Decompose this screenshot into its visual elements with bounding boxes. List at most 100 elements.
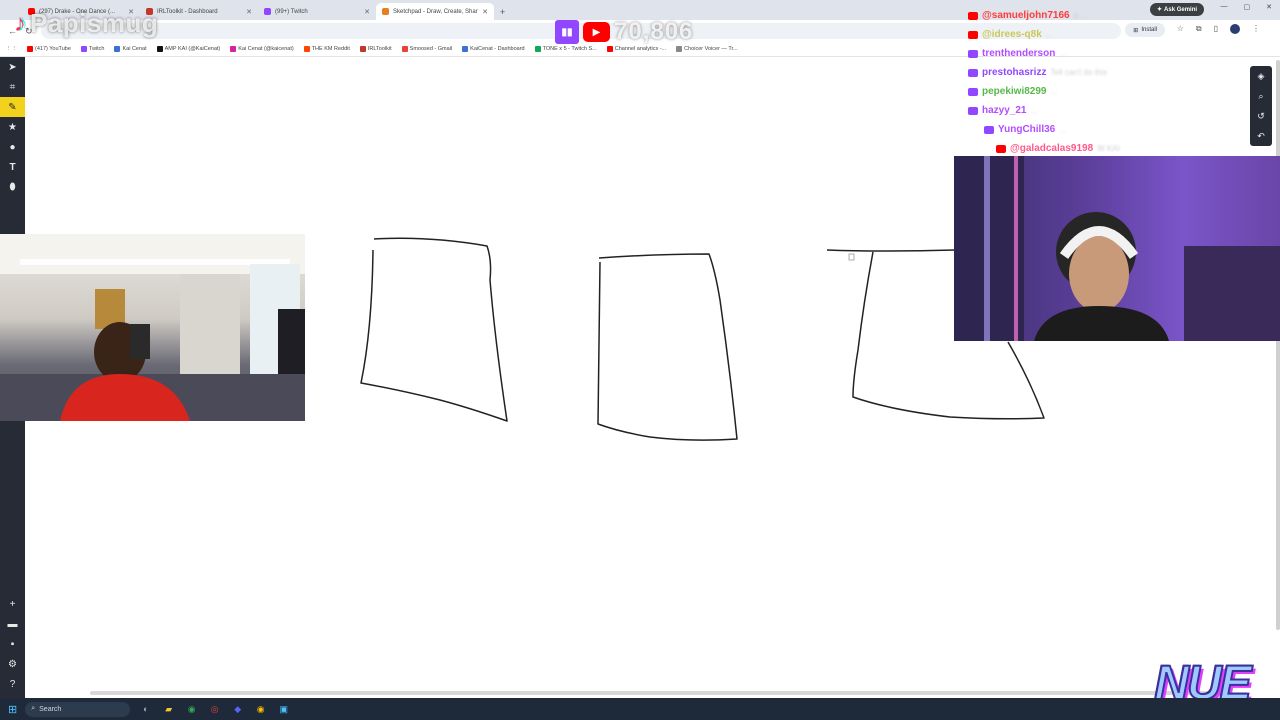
zoom-icon[interactable]: ⌕ (1258, 91, 1263, 102)
horizontal-scrollbar[interactable] (90, 691, 1230, 695)
chat-message: @idrees-q8k ... (968, 25, 1248, 44)
terminal-icon[interactable]: ▣ (276, 702, 291, 717)
folder-icon[interactable]: ▬ (0, 614, 25, 634)
vertical-scrollbar[interactable] (1276, 60, 1280, 630)
chrome-icon[interactable]: ◉ (184, 702, 199, 717)
bookmark-item[interactable]: KaiCenat - Dashboard (462, 46, 525, 52)
bookmark-item[interactable]: Smoosed - Gmail (401, 46, 452, 52)
fill-icon[interactable]: ⬮ (0, 177, 25, 197)
file-explorer-icon[interactable]: ▰ (161, 702, 176, 717)
chat-username: @galadcalas9198 (1010, 143, 1094, 154)
chat-text: ... (1050, 87, 1058, 96)
close-icon[interactable]: ✕ (364, 8, 370, 16)
apps-grid-icon[interactable]: ⋮⋮ (6, 46, 17, 52)
tab-label: Sketchpad - Draw, Create, Shar (393, 8, 478, 15)
history-icon[interactable]: ↺ (1257, 111, 1265, 122)
chat-username: prestohasrizz (982, 67, 1047, 78)
crop-icon[interactable]: ⌗ (0, 77, 25, 97)
twitch-logo-icon: ▮▮ (555, 20, 579, 44)
bookmark-item[interactable]: (417) YouTube (27, 46, 71, 52)
menu-icon[interactable]: ⋮ (1252, 24, 1260, 34)
undo-icon[interactable]: ↶ (1257, 131, 1265, 142)
bookmark-item[interactable]: Kai Cenat (114, 46, 147, 52)
chat-text: Tell can't do this (1050, 68, 1108, 77)
bookmark-label: Twitch (88, 46, 105, 52)
youtube-logo-icon: ▶ (583, 22, 610, 42)
gmail-icon (401, 46, 408, 52)
chrome-alt-icon[interactable]: ◉ (253, 702, 268, 717)
share-icon[interactable]: ⚙ (0, 654, 25, 674)
bookmark-item[interactable]: TONE x 5 - Twitch S... (534, 46, 597, 52)
add-icon[interactable]: + (0, 594, 25, 614)
chat-username: @samueljohn7166 (982, 10, 1070, 21)
text-icon[interactable]: T (0, 157, 25, 177)
close-window-icon[interactable]: ✕ (1266, 3, 1272, 11)
dashboard-icon (462, 46, 469, 52)
help-icon[interactable]: ? (0, 674, 25, 694)
circle-icon[interactable]: ● (0, 137, 25, 157)
tool-rail-bottom: + ▬ ▪ ⚙ ? (0, 594, 25, 694)
bookmark-item[interactable]: Twitch (80, 46, 105, 52)
twitch-icon (984, 125, 994, 134)
bookmark-label: Kai Cenat (122, 46, 147, 52)
twitch-icon (80, 46, 87, 52)
windows-start-icon[interactable]: ⊞ (8, 703, 17, 716)
chat-text: ... (1059, 125, 1066, 134)
twitch-icon (968, 49, 978, 58)
tab-label: (99+) Twitch (275, 8, 308, 15)
voicer-icon (676, 46, 683, 52)
close-icon[interactable]: ✕ (482, 8, 488, 16)
reddit-icon (303, 46, 310, 52)
bookmark-label: KaiCenat - Dashboard (470, 46, 525, 52)
bookmark-label: IRLToolkit (367, 46, 392, 52)
bookmark-label: TONE x 5 - Twitch S... (542, 46, 597, 52)
bookmark-item[interactable]: Choicer Voicer — Tr... (676, 46, 738, 52)
chat-text: a ... (1073, 11, 1087, 20)
chat-message: prestohasrizz Tell can't do this (968, 63, 1248, 82)
star-icon[interactable]: ★ (0, 117, 25, 137)
chat-message: hazyy_21 ... (968, 101, 1248, 120)
bookmark-label: Choicer Voicer — Tr... (684, 46, 738, 52)
webcam-left-scene (0, 234, 305, 421)
new-tab-button[interactable]: + (494, 7, 511, 20)
chat-text: ... (1030, 106, 1038, 115)
tab-label: IRLToolkit - Dashboard (157, 8, 218, 15)
youtube-icon (996, 144, 1006, 153)
chat-message: YungChill36 ... (968, 120, 1248, 139)
chat-overlay: @samueljohn7166 a ... @idrees-q8k ... tr… (968, 6, 1248, 158)
webcam-right-scene (954, 156, 1280, 341)
bookmark-item[interactable]: IRLToolkit (359, 46, 392, 52)
viewer-count-overlay: ▮▮ ▶ 70,806 (555, 18, 693, 46)
screen: (297) Drake - One Dance (... ✕ IRLToolki… (0, 0, 1280, 720)
tiktok-overlay: ♪ Papismug (14, 8, 158, 39)
layers-icon[interactable]: ◈ (1258, 71, 1265, 82)
chat-text: ... (1045, 30, 1053, 39)
tiktok-icon: ♪ (14, 9, 26, 37)
search-label: Search (39, 705, 62, 713)
discord-icon[interactable]: ◆ (230, 702, 245, 717)
chat-username: @idrees-q8k (982, 29, 1042, 40)
pencil-icon[interactable]: ✎ (0, 97, 25, 117)
bookmark-item[interactable]: Channel analytics -... (606, 46, 666, 52)
kai-icon (114, 46, 121, 52)
taskbar-search[interactable]: ⌕ Search (25, 701, 131, 717)
twitch-icon (968, 87, 978, 96)
save-icon[interactable]: ▪ (0, 634, 25, 654)
close-icon[interactable]: ✕ (246, 8, 252, 16)
bookmark-item[interactable]: Kai Cenat (@kaicenat) (230, 46, 294, 52)
cursor-icon[interactable]: ➤ (0, 57, 25, 77)
bookmark-label: THE KM Reddit (311, 46, 350, 52)
tab-twitch[interactable]: (99+) Twitch ✕ (258, 3, 376, 20)
chat-message: trenthenderson ... (968, 44, 1248, 63)
tab-sketchpad[interactable]: Sketchpad - Draw, Create, Shar ✕ (376, 3, 494, 20)
widget-icon[interactable]: ◐ (138, 702, 153, 717)
bookmark-item[interactable]: THE KM Reddit (303, 46, 350, 52)
analytics-icon (606, 46, 613, 52)
bookmark-item[interactable]: AMP KAI (@KaiCenat) (156, 46, 220, 52)
app-icon[interactable]: ◎ (207, 702, 222, 717)
tone-icon (534, 46, 541, 52)
bookmark-label: Kai Cenat (@kaicenat) (238, 46, 294, 52)
chat-username: hazyy_21 (982, 105, 1027, 116)
viewer-count: 70,806 (614, 18, 694, 45)
irltoolkit-icon (359, 46, 366, 52)
